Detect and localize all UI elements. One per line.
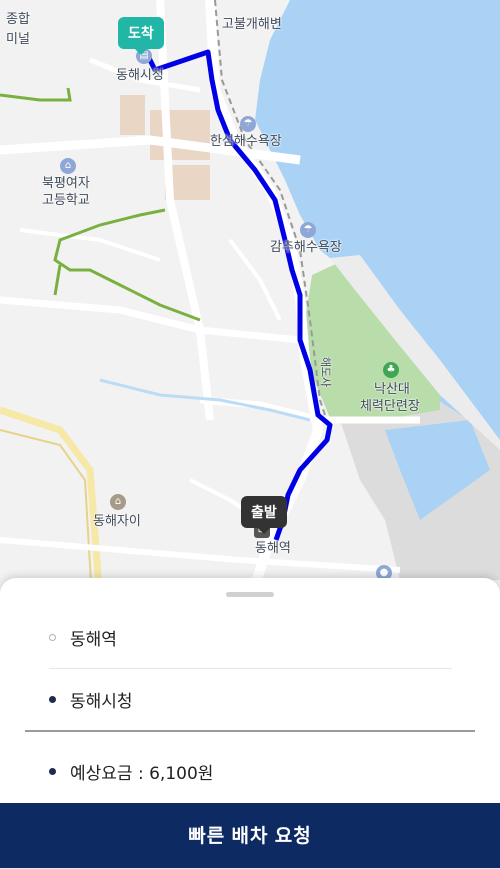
- map-label-nakssan-2[interactable]: 체력단련장: [360, 399, 420, 415]
- main-road: [0, 406, 104, 600]
- map-label-bukpyeong-school-1[interactable]: 북평여자: [42, 176, 90, 192]
- trail: [53, 264, 62, 296]
- divider: [25, 730, 475, 732]
- map-label-nakssan-1[interactable]: 낙산대: [374, 382, 410, 398]
- main-road: [156, 0, 214, 421]
- main-road: [0, 296, 301, 344]
- destination-dot-icon: [49, 696, 56, 703]
- map-label-donghae-station[interactable]: 동해역: [255, 541, 291, 557]
- destination-row[interactable]: 동해시청: [0, 680, 500, 720]
- map-label-gamchu-beach[interactable]: 감추해수욕장: [270, 240, 342, 256]
- divider: [49, 668, 452, 669]
- map-label-donghae-city-hall[interactable]: 동해시청: [116, 68, 164, 84]
- beach-icon: ☂: [240, 116, 256, 132]
- map-label-terminal: 미널: [6, 32, 30, 47]
- map-label-hansum-beach[interactable]: 한섬해수욕장: [210, 134, 282, 150]
- trail: [0, 87, 72, 102]
- sheet-drag-handle[interactable]: [226, 592, 274, 597]
- minor-road: [0, 537, 401, 573]
- park-icon: ♣: [383, 362, 399, 378]
- city-block: [150, 110, 210, 160]
- fare-dot-icon: [49, 768, 56, 775]
- destination-text: 동해시청: [70, 692, 133, 712]
- city-block: [120, 95, 145, 135]
- route-map[interactable]: 종합 미널 고불개해변 ▤ 동해시청 ☂ 한섬해수욕장 ⌂ 북평여자 고등학교 …: [0, 0, 500, 600]
- origin-row[interactable]: 동해역: [0, 618, 500, 658]
- apartment-icon: ⌂: [110, 494, 126, 510]
- school-icon: ⌂: [60, 158, 76, 174]
- map-label-gobul-beach[interactable]: 고불개해변: [222, 17, 282, 33]
- map-label-jonghap: 종합: [6, 12, 30, 27]
- fare-row: 예상요금 : 6,100원: [0, 752, 500, 792]
- map-label-road: 해도사: [319, 356, 333, 388]
- quick-dispatch-request-button[interactable]: 빠른 배차 요청: [0, 803, 500, 868]
- arrival-marker[interactable]: 도착: [118, 17, 164, 55]
- beach-icon: ☂: [300, 222, 316, 238]
- departure-marker[interactable]: 출발: [241, 496, 287, 534]
- origin-text: 동해역: [70, 630, 117, 650]
- fare-text: 예상요금 : 6,100원: [70, 764, 214, 784]
- map-label-bukpyeong-school-2[interactable]: 고등학교: [42, 193, 90, 209]
- map-label-donghae-xi[interactable]: 동해자이: [93, 514, 141, 530]
- minor-road: [19, 228, 161, 262]
- origin-dot-icon: [49, 634, 56, 641]
